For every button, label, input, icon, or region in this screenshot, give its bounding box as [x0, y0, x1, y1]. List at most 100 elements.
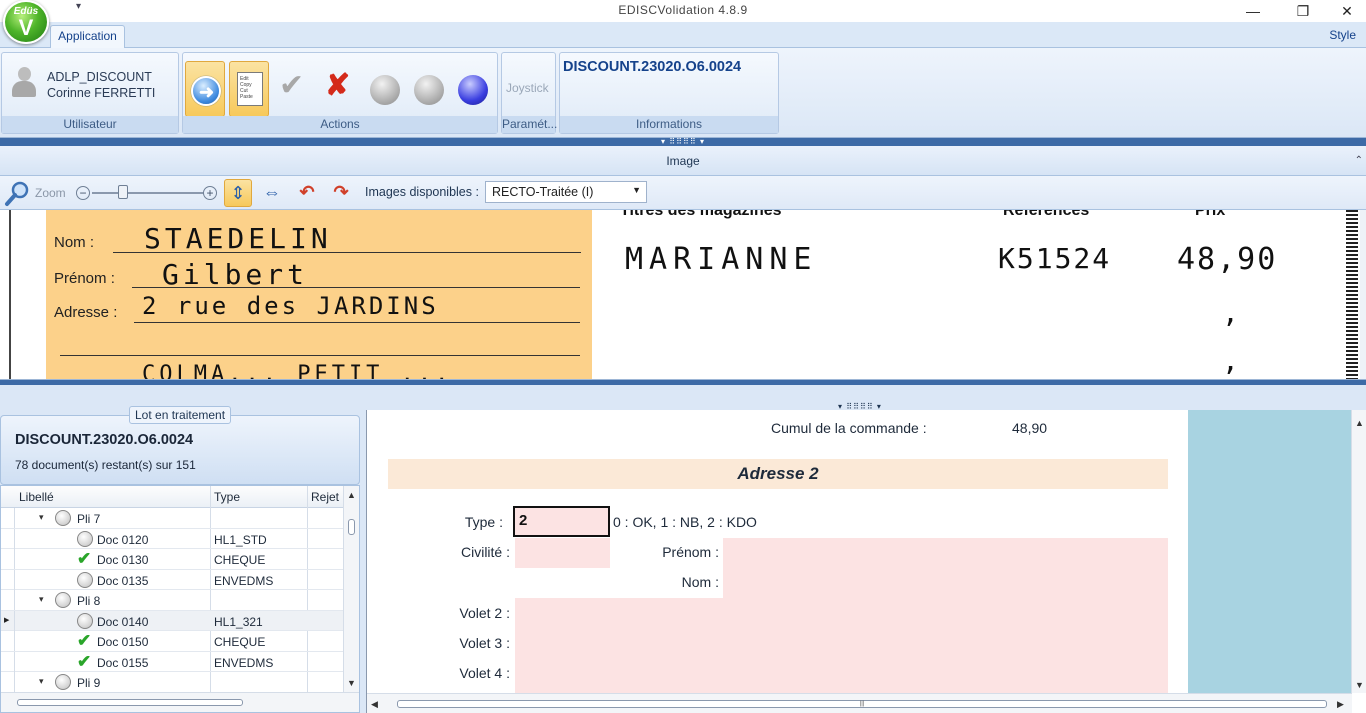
zoom-slider-track[interactable]: [92, 192, 204, 194]
tree-group-row[interactable]: ▾ Pli 9: [1, 672, 343, 693]
maximize-button[interactable]: ❐: [1288, 2, 1318, 20]
images-select[interactable]: RECTO-Traitée (I) ▼: [485, 181, 647, 203]
tree-row-label: Doc 0155: [97, 655, 149, 670]
column-type[interactable]: Type: [214, 490, 240, 504]
next-document-button[interactable]: ➜: [185, 61, 225, 117]
chevron-down-icon[interactable]: ▾: [39, 594, 44, 605]
scroll-left-icon[interactable]: ◀: [371, 699, 378, 710]
column-rejet[interactable]: Rejet: [311, 490, 339, 504]
tree-group-row[interactable]: ▾ Pli 8: [1, 590, 343, 611]
tree-doc-row[interactable]: Doc 0120 HL1_STD: [1, 528, 343, 549]
lot-title: DISCOUNT.23020.O6.0024: [15, 432, 194, 448]
row-indicator: [1, 549, 15, 569]
group-caption-user: Utilisateur: [2, 116, 178, 133]
chevron-down-icon: ▼: [632, 185, 641, 195]
row-indicator: [1, 631, 15, 651]
scroll-down-icon[interactable]: ▼: [347, 678, 356, 688]
title-bar: ▾ EDISCVolidation 4.8.9 — ❐ ✕: [0, 0, 1366, 22]
tree-doc-row[interactable]: ✔ Doc 0130 CHEQUE: [1, 549, 343, 570]
window-title: EDISCVolidation 4.8.9: [618, 3, 748, 17]
scroll-up-icon[interactable]: ▲: [1355, 418, 1364, 428]
type-hint: 0 : OK, 1 : NB, 2 : KDO: [613, 514, 757, 530]
check-icon: ✔: [77, 631, 92, 650]
lot-panel: DISCOUNT.23020.O6.0024 78 document(s) re…: [0, 415, 360, 485]
rotate-right-button[interactable]: ↷: [327, 179, 355, 207]
tree-vertical-scrollbar[interactable]: ▲ ▼: [343, 486, 359, 692]
fit-height-button[interactable]: ⇕: [224, 179, 252, 207]
document-tree: Libellé Type Rejet ▾ Pli 7 Doc 0120 HL1_STD…: [0, 485, 360, 713]
group-caption-info: Informations: [560, 116, 778, 133]
tree-doc-row[interactable]: ✔ Doc 0150 CHEQUE: [1, 631, 343, 652]
chevron-down-icon[interactable]: ▾: [39, 676, 44, 687]
zoom-in-button[interactable]: +: [203, 186, 217, 200]
ribbon-tabstrip: Application Style: [0, 22, 1366, 48]
volet4-field[interactable]: [515, 658, 1168, 693]
user-info: ADLP_DISCOUNT Corinne FERRETTI: [47, 69, 155, 101]
fit-width-icon: ⇔: [263, 182, 281, 202]
tree-doc-row[interactable]: Doc 0135 ENVEDMS: [1, 569, 343, 590]
edit-document-button[interactable]: Edit Copy Cut Paste: [229, 61, 269, 117]
form-vertical-scrollbar[interactable]: ▲ ▼: [1351, 410, 1366, 693]
prenom-field[interactable]: [723, 538, 1168, 568]
zoom-slider-thumb[interactable]: [118, 185, 128, 199]
chevron-down-icon[interactable]: ▾: [39, 512, 44, 523]
scroll-thumb[interactable]: |||: [397, 700, 1327, 708]
scan-underline: [134, 322, 580, 323]
action-button-grey-1[interactable]: [365, 61, 405, 117]
scan-header-titles: Titres des magazines: [620, 210, 782, 219]
scan-label-adresse: Adresse :: [54, 304, 118, 321]
image-toolbar: Zoom − + ⇕ ⇔ ↶ ↷ Images disponibles : RE…: [0, 176, 1366, 210]
close-button[interactable]: ✕: [1332, 2, 1362, 20]
tree-doc-row[interactable]: Doc 0140 HL1_321: [1, 610, 343, 631]
type-label: Type :: [464, 514, 503, 530]
image-panel-title: Image: [666, 154, 700, 168]
cumul-value: 48,90: [1012, 420, 1048, 436]
status-neutral-icon: [55, 510, 71, 526]
scan-scrollbar[interactable]: [1360, 210, 1366, 379]
tab-application[interactable]: Application: [50, 25, 125, 48]
tree-row-label: Pli 7: [77, 512, 101, 526]
nom-field[interactable]: [723, 568, 1168, 598]
fit-width-button[interactable]: ⇔: [258, 179, 286, 207]
images-available-label: Images disponibles :: [365, 185, 479, 199]
volet3-field[interactable]: [515, 628, 1168, 658]
magnifier-icon[interactable]: [3, 179, 31, 207]
type-input[interactable]: 2: [513, 506, 610, 537]
scanned-image[interactable]: Nom : STAEDELIN Prénom : Gilbert Adresse…: [0, 210, 1366, 380]
validate-button[interactable]: ✔: [275, 61, 315, 117]
tree-doc-row[interactable]: ✔ Doc 0155 ENVEDMS: [1, 651, 343, 672]
tree-group-row[interactable]: ▾ Pli 7: [1, 508, 343, 529]
group-info: DISCOUNT.23020.O6.0024 Informations: [559, 52, 779, 134]
action-button-blue[interactable]: [453, 61, 493, 117]
scroll-down-icon[interactable]: ▼: [1355, 680, 1364, 690]
app-logo[interactable]: Edüs V: [3, 0, 49, 44]
row-indicator: [1, 610, 15, 631]
action-button-grey-2[interactable]: [409, 61, 449, 117]
scroll-thumb[interactable]: [17, 699, 243, 706]
lot-caption: Lot en traitement: [129, 406, 232, 424]
zoom-out-button[interactable]: −: [76, 186, 90, 200]
form-horizontal-scrollbar[interactable]: ◀ ||| ▶: [367, 693, 1352, 713]
column-libelle[interactable]: Libellé: [19, 490, 54, 504]
tree-row-label: Doc 0150: [97, 635, 149, 649]
tree-horizontal-scrollbar[interactable]: [1, 692, 359, 712]
tree-row-label: Doc 0140: [97, 614, 149, 629]
reject-button[interactable]: ✘: [321, 61, 361, 117]
volet2-field[interactable]: [515, 598, 1168, 628]
scroll-thumb[interactable]: [348, 519, 355, 535]
rotate-left-button[interactable]: ↶: [293, 179, 321, 207]
joystick-button[interactable]: Joystick: [506, 81, 549, 95]
form-side-column: [1188, 410, 1352, 693]
ribbon-splitter[interactable]: ▾ ⠿⠿⠿⠿ ▾: [0, 137, 1366, 146]
prenom-label: Prénom :: [662, 544, 719, 560]
scan-comma: ,: [1222, 344, 1243, 377]
collapse-icon[interactable]: ⌃: [1355, 146, 1363, 176]
style-menu[interactable]: Style: [1329, 28, 1356, 42]
scan-header-references: Références: [1003, 210, 1090, 219]
scroll-up-icon[interactable]: ▲: [347, 490, 356, 500]
minimize-button[interactable]: —: [1238, 2, 1268, 20]
group-caption-actions: Actions: [183, 116, 497, 133]
row-indicator: [1, 672, 15, 692]
civilite-field[interactable]: [515, 538, 610, 568]
scroll-right-icon[interactable]: ▶: [1337, 699, 1344, 710]
